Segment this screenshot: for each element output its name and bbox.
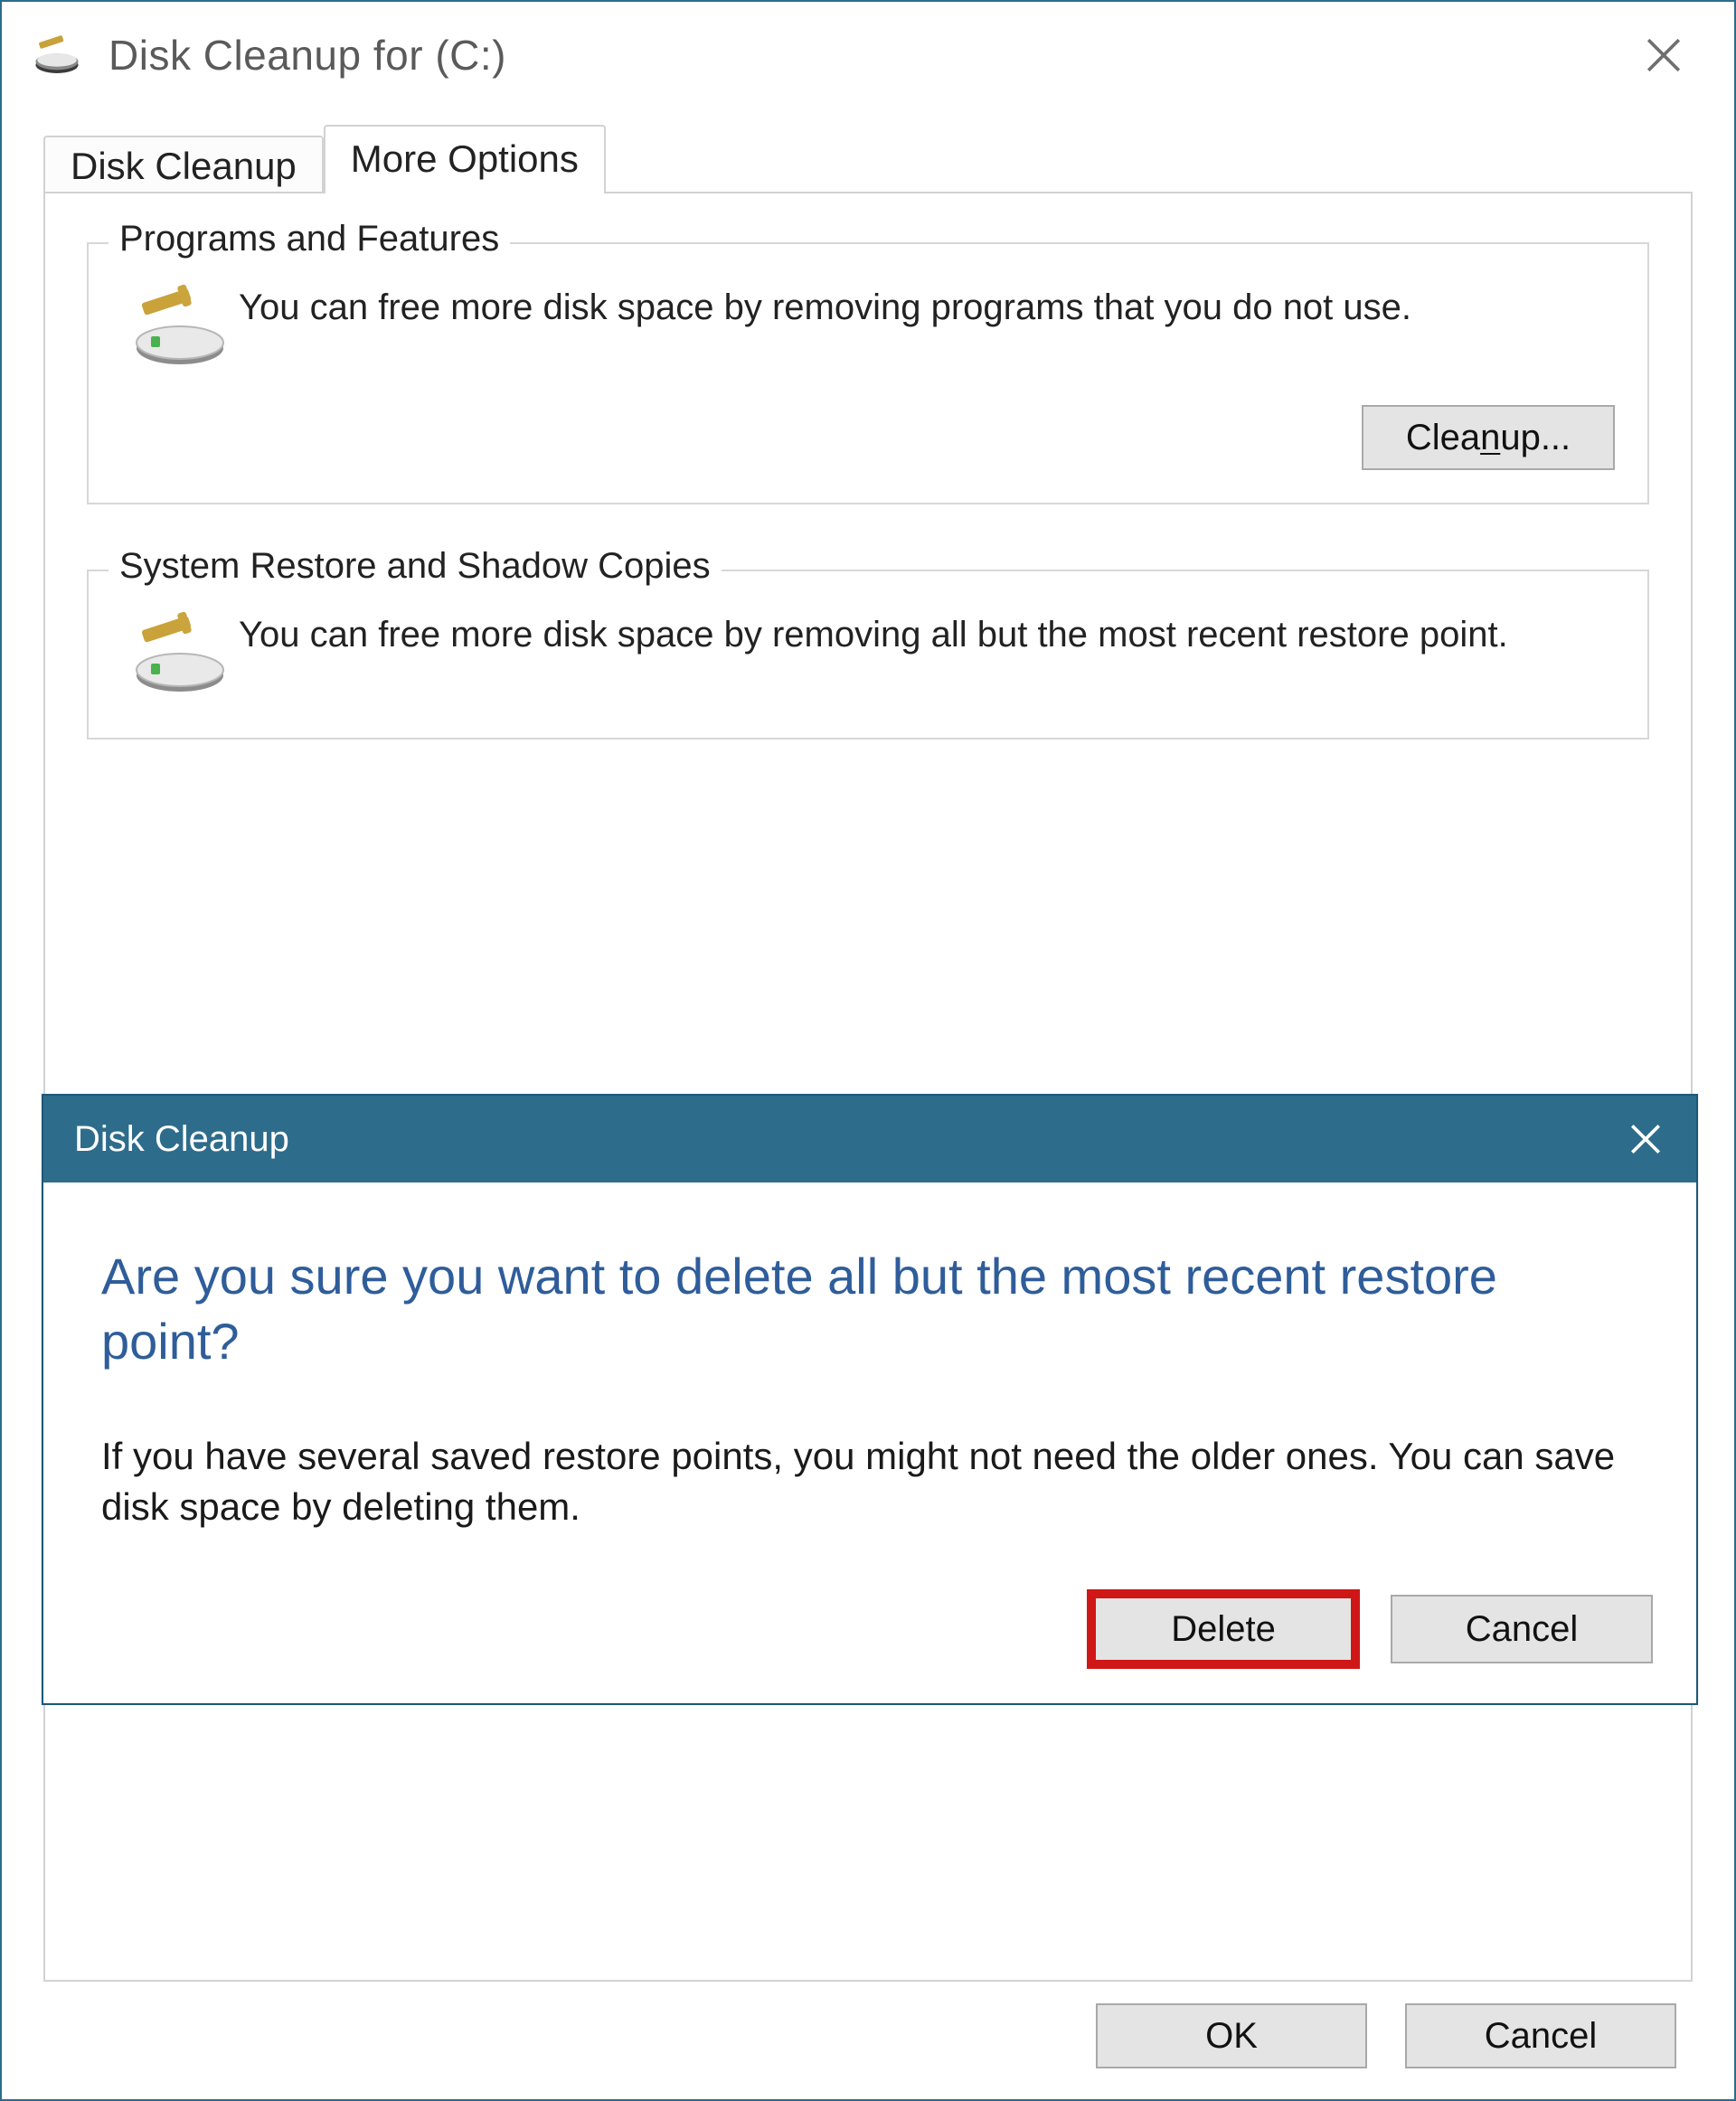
window-close-button[interactable] bbox=[1618, 14, 1709, 96]
window-title: Disk Cleanup for (C:) bbox=[87, 31, 1618, 80]
disk-cleanup-app-icon bbox=[27, 25, 87, 85]
titlebar: Disk Cleanup for (C:) bbox=[2, 2, 1734, 108]
disk-cleanup-window: Disk Cleanup for (C:) Disk Cleanup More … bbox=[0, 0, 1736, 2101]
tab-strip: Disk Cleanup More Options bbox=[43, 125, 1734, 192]
group-programs-legend: Programs and Features bbox=[108, 219, 510, 259]
confirm-button-row: Delete Cancel bbox=[43, 1568, 1696, 1703]
delete-button[interactable]: Delete bbox=[1092, 1595, 1354, 1663]
confirm-dialog: Disk Cleanup Are you sure you want to de… bbox=[42, 1094, 1698, 1705]
confirm-heading: Are you sure you want to delete all but … bbox=[101, 1244, 1638, 1373]
tab-panel-more-options: Programs and Features You can free more … bbox=[43, 192, 1693, 1982]
confirm-titlebar: Disk Cleanup bbox=[43, 1096, 1696, 1182]
confirm-cancel-button[interactable]: Cancel bbox=[1391, 1595, 1653, 1663]
drive-broom-icon bbox=[121, 606, 239, 705]
group-system-restore: System Restore and Shadow Copies You can… bbox=[87, 570, 1649, 740]
confirm-title: Disk Cleanup bbox=[74, 1119, 1608, 1160]
group-restore-text: You can free more disk space by removing… bbox=[239, 606, 1615, 658]
ok-button[interactable]: OK bbox=[1096, 2003, 1367, 2068]
confirm-close-button[interactable] bbox=[1608, 1107, 1684, 1172]
group-programs-text: You can free more disk space by removing… bbox=[239, 278, 1615, 331]
cleanup-button-label-post: up... bbox=[1500, 418, 1571, 458]
cleanup-button-label-pre: Clea bbox=[1406, 418, 1480, 458]
tab-more-options[interactable]: More Options bbox=[324, 125, 606, 193]
tab-disk-cleanup[interactable]: Disk Cleanup bbox=[43, 136, 324, 195]
cleanup-programs-button[interactable]: Clean up... bbox=[1362, 405, 1615, 470]
cleanup-button-label-acc: n bbox=[1480, 418, 1500, 458]
confirm-body-text: If you have several saved restore points… bbox=[101, 1431, 1638, 1531]
cancel-button[interactable]: Cancel bbox=[1405, 2003, 1676, 2068]
group-restore-legend: System Restore and Shadow Copies bbox=[108, 546, 722, 587]
drive-broom-icon bbox=[121, 278, 239, 378]
group-programs-and-features: Programs and Features You can free more … bbox=[87, 242, 1649, 504]
outer-button-row: OK Cancel bbox=[1096, 2003, 1676, 2068]
